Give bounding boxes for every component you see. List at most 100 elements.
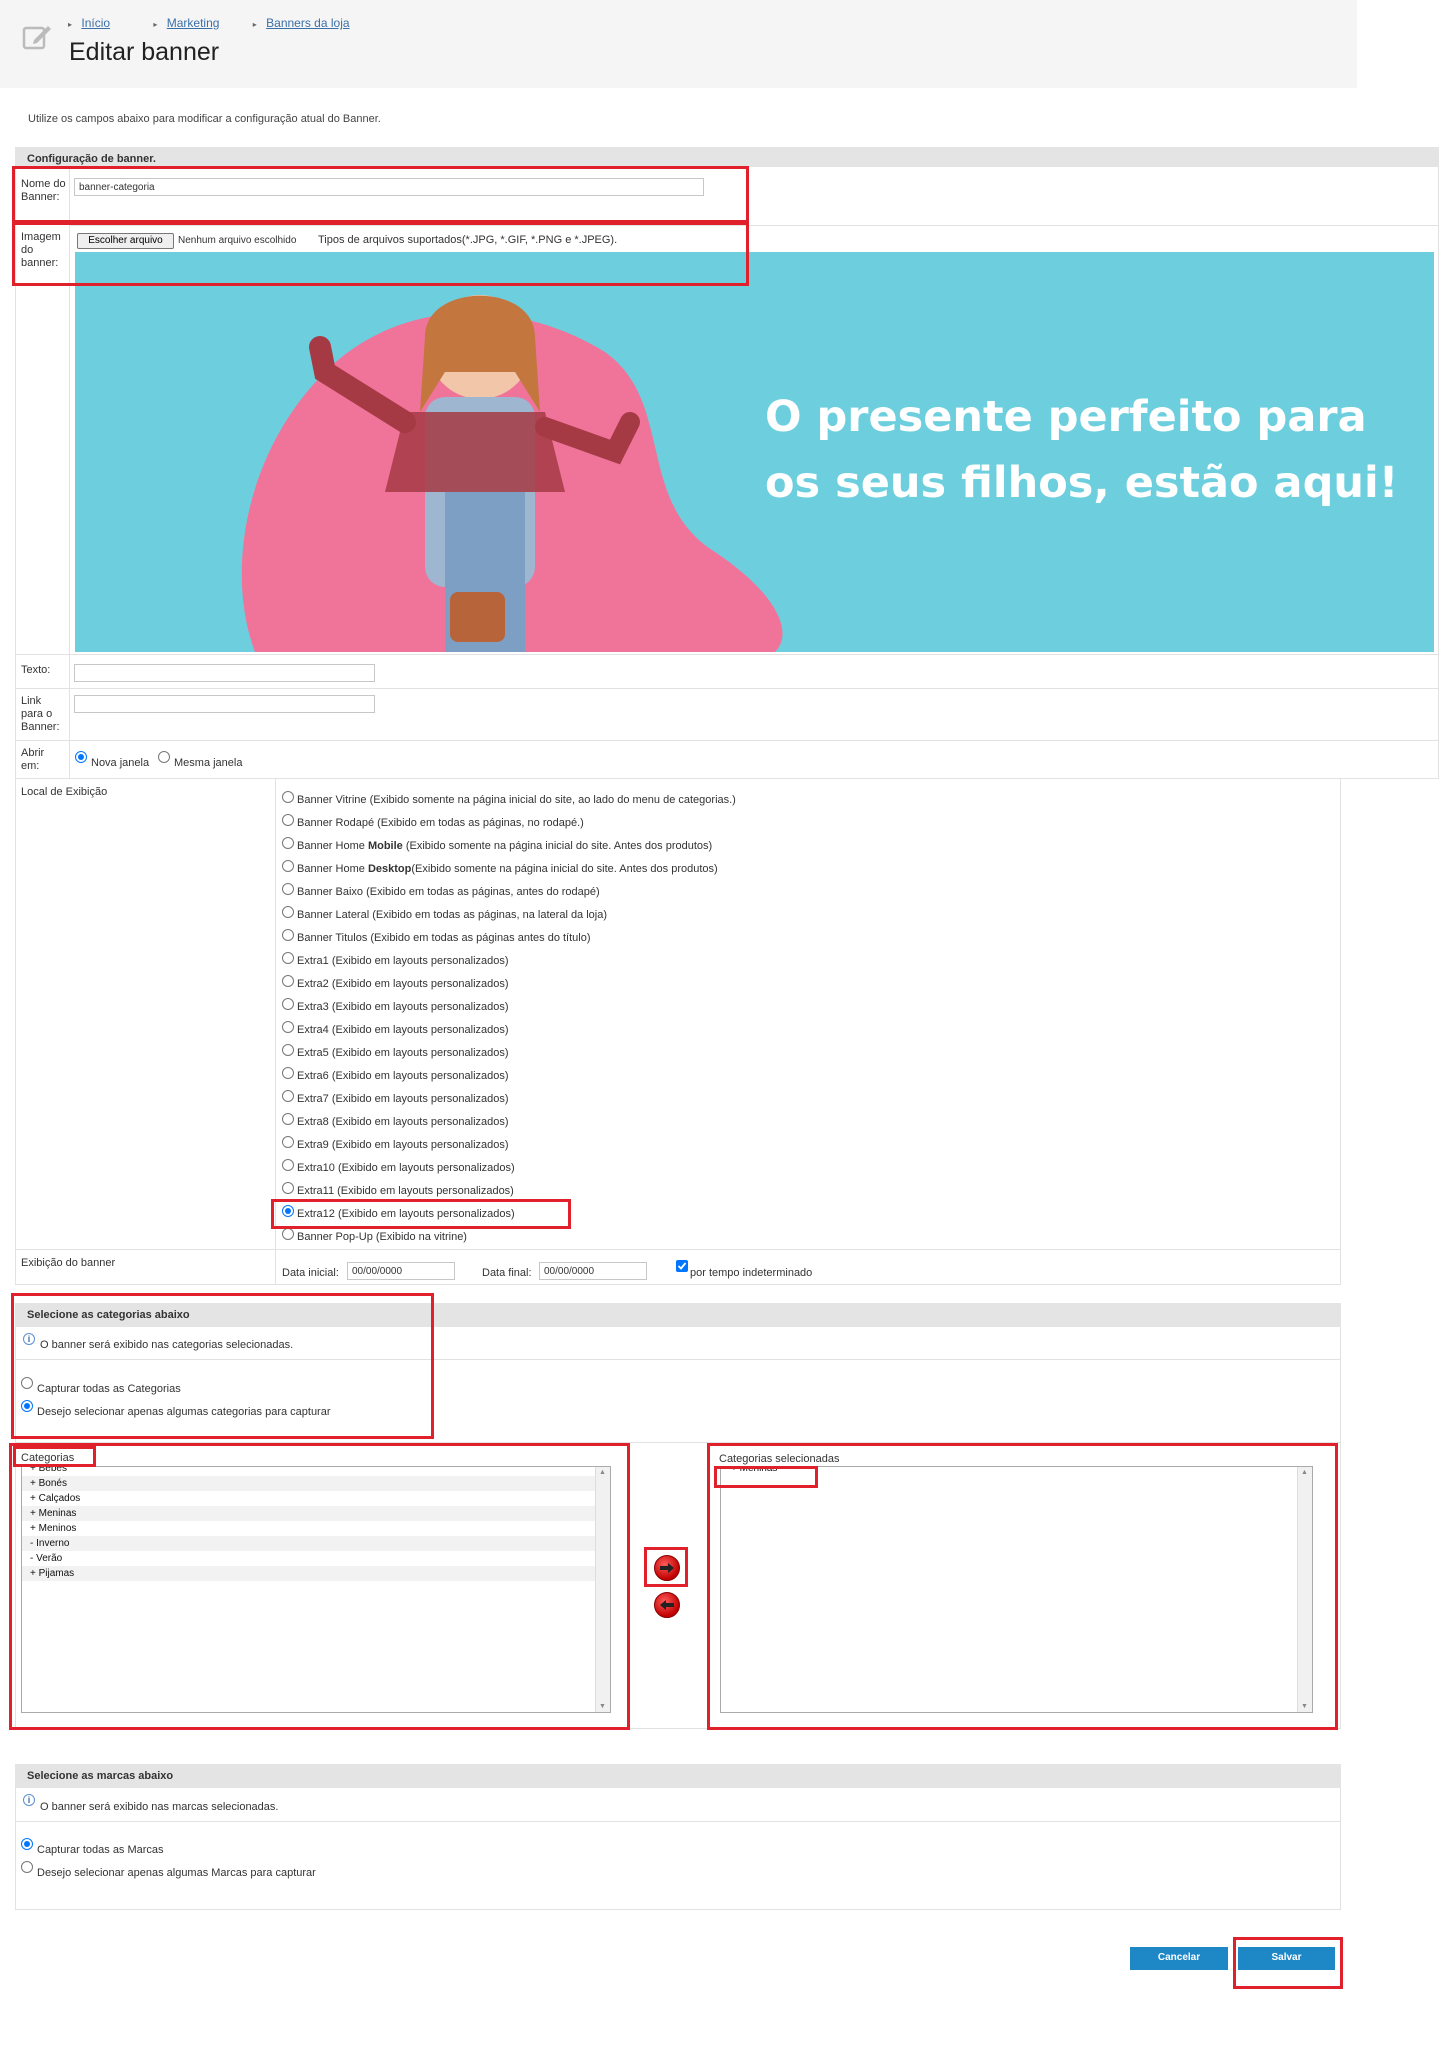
start-date-input[interactable] [347,1262,455,1280]
capture-all-categories-radio[interactable] [21,1377,33,1389]
intro-text: Utilize os campos abaixo para modificar … [28,113,381,125]
display-option-label: Banner Rodapé (Exibido em todas as págin… [297,817,584,829]
breadcrumb: ▸ Início ▸ Marketing ▸ Banners da loja [68,16,350,30]
remove-category-button[interactable] [654,1592,680,1618]
display-option-radio[interactable] [282,814,294,826]
display-option-radio[interactable] [282,1044,294,1056]
display-option-radio[interactable] [282,929,294,941]
display-option-radio[interactable] [282,1113,294,1125]
list-item[interactable]: + Calçados [22,1491,596,1506]
select-some-categories-radio[interactable] [21,1400,33,1412]
select-some-brands-radio[interactable] [21,1861,33,1873]
select-some-brands-label: Desejo selecionar apenas algumas Marcas … [37,1867,316,1879]
display-option-label: Banner Vitrine (Exibido somente na págin… [297,794,736,806]
indefinite-checkbox[interactable] [676,1260,688,1272]
display-option-label: Extra8 (Exibido em layouts personalizado… [297,1116,509,1128]
scroll-up-icon[interactable]: ▲ [599,1469,606,1476]
breadcrumb-marketing[interactable]: Marketing [167,16,220,30]
display-option-label: Banner Lateral (Exibido em todas as pági… [297,909,608,921]
categories-scrollbar[interactable]: ▲ ▼ [595,1467,610,1712]
display-option-radio[interactable] [282,1159,294,1171]
scroll-down-icon[interactable]: ▼ [599,1703,606,1710]
info-icon: i [23,1333,35,1345]
display-option-label: Extra6 (Exibido em layouts personalizado… [297,1070,509,1082]
list-item[interactable]: - Inverno [22,1536,596,1551]
arrow-right-icon [660,1563,674,1573]
banner-text-input[interactable] [74,664,375,682]
open-new-window-radio[interactable] [75,751,87,763]
selected-categories-scrollbar[interactable]: ▲ ▼ [1297,1467,1312,1712]
display-option-radio[interactable] [282,1021,294,1033]
banner-headline-line1: O presente perfeito para [765,392,1367,442]
arrow-left-icon [660,1600,674,1610]
display-option-label: Extra4 (Exibido em layouts personalizado… [297,1024,509,1036]
info-icon: i [23,1794,35,1806]
display-option-label: Extra11 (Exibido em layouts personalizad… [297,1185,514,1197]
row-divider [15,688,1439,689]
open-same-window-radio[interactable] [158,751,170,763]
categories-listbox[interactable]: + Bebes + Bonés + Calçados + Meninas + M… [21,1466,611,1713]
scroll-down-icon[interactable]: ▼ [1301,1703,1308,1710]
display-option-radio[interactable] [282,975,294,987]
display-label-column [15,779,276,1285]
list-item[interactable]: + Bebes [22,1467,596,1476]
save-button[interactable]: Salvar [1238,1947,1335,1970]
list-item[interactable]: + Pijamas [22,1566,596,1581]
capture-all-brands-label: Capturar todas as Marcas [37,1844,164,1856]
add-category-button[interactable] [654,1555,680,1581]
display-option-radio[interactable] [282,1136,294,1148]
name-label: Nome do Banner: [21,178,66,203]
display-option-label: Banner Home Desktop(Exibido somente na p… [297,863,718,875]
select-some-categories-label: Desejo selecionar apenas algumas categor… [37,1406,331,1418]
list-item[interactable]: + Meninas [721,1467,1298,1476]
display-option-label: Extra12 (Exibido em layouts personalizad… [297,1208,515,1220]
display-option-radio[interactable] [282,906,294,918]
scroll-up-icon[interactable]: ▲ [1301,1469,1308,1476]
brands-info-text: O banner será exibido nas marcas selecio… [40,1801,279,1813]
display-option-radio[interactable] [282,1228,294,1240]
image-label: Imagem do banner: [21,231,61,269]
display-option-radio[interactable] [282,837,294,849]
banner-preview-image: O presente perfeito para os seus filhos,… [75,252,1434,652]
display-option-label: Extra2 (Exibido em layouts personalizado… [297,978,509,990]
capture-all-categories-label: Capturar todas as Categorias [37,1383,181,1395]
display-option-radio[interactable] [282,1090,294,1102]
display-location-label: Local de Exibição [21,786,108,798]
open-new-window-label: Nova janela [91,757,150,769]
end-date-input[interactable] [539,1262,647,1280]
indefinite-label: por tempo indeterminado [690,1267,813,1279]
display-option-label: Extra9 (Exibido em layouts personalizado… [297,1139,509,1151]
display-option-radio[interactable] [282,791,294,803]
display-option-radio[interactable] [282,952,294,964]
cancel-button[interactable]: Cancelar [1130,1947,1228,1970]
row-divider [15,740,1439,741]
display-option-radio[interactable] [282,1182,294,1194]
list-item[interactable]: - Verão [22,1551,596,1566]
selected-categories-listbox[interactable]: + Meninas ▲ ▼ [720,1466,1313,1713]
list-item[interactable]: + Meninas [22,1506,596,1521]
display-option-label: Banner Baixo (Exibido em todas as página… [297,886,600,898]
selected-categories-label: Categorias selecionadas [719,1453,840,1465]
display-option-radio-selected[interactable] [282,1205,294,1217]
config-header: Configuração de banner. [15,147,1439,167]
list-item[interactable]: + Meninos [22,1521,596,1536]
row-divider [15,1249,1341,1250]
display-option-radio[interactable] [282,998,294,1010]
banner-headline-line2: os seus filhos, estão aqui! [765,458,1399,508]
banner-link-input[interactable] [74,695,375,713]
display-option-label: Extra7 (Exibido em layouts personalizado… [297,1093,509,1105]
row-divider [15,1359,1341,1360]
breadcrumb-home[interactable]: Início [81,16,110,30]
display-option-label: Extra5 (Exibido em layouts personalizado… [297,1047,509,1059]
link-label: Link para o Banner: [21,695,60,733]
display-option-radio[interactable] [282,860,294,872]
breadcrumb-banners[interactable]: Banners da loja [266,16,349,30]
display-option-label: Banner Titulos (Exibido em todas as pági… [297,932,591,944]
choose-file-button[interactable]: Escolher arquivo [77,233,174,249]
display-option-radio[interactable] [282,883,294,895]
list-item[interactable]: + Bonés [22,1476,596,1491]
display-option-radio[interactable] [282,1067,294,1079]
banner-name-input[interactable] [74,178,704,196]
capture-all-brands-radio[interactable] [21,1838,33,1850]
page-title: Editar banner [69,38,220,66]
